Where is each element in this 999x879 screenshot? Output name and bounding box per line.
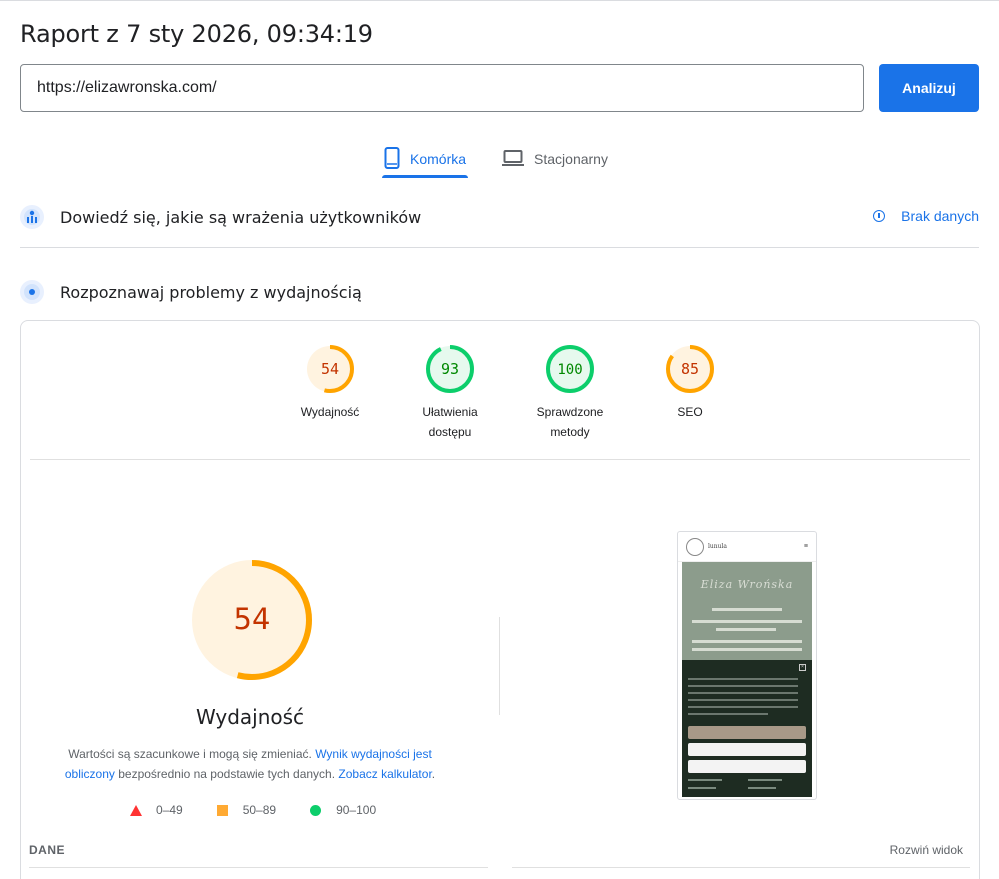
thumbnail-link [688,779,722,781]
performance-description: Wartości są szacunkowe i mogą się zmieni… [60,744,440,784]
modal-text-line [688,685,798,687]
big-score-value: 54 [234,602,271,636]
analyze-button[interactable]: Analizuj [879,64,979,112]
report-title: Raport z 7 sty 2026, 09:34:19 [20,20,373,48]
score-value: 54 [321,360,339,378]
legend-range: 50–89 [242,803,277,817]
score-gauge-seo[interactable]: 85 SEO [630,344,750,442]
hamburger-icon: ≡ [803,543,808,550]
thumbnail-header: lunula ≡ [678,532,816,562]
thumbnail-link [688,787,716,789]
score-gauge-performance[interactable]: 54 Wydajność [270,344,390,442]
thumbnail-link [748,787,776,789]
circle-icon [310,804,322,816]
score-value: 100 [557,362,582,378]
vertical-divider [499,617,500,715]
score-legend: 0–49 50–89 90–100 [130,803,410,817]
score-gauge-best-practices[interactable]: 100 Sprawdzone metody [510,344,630,442]
page-screenshot-thumbnail: lunula ≡ Eliza Wrońska × [677,531,817,800]
top-border [0,0,999,1]
info-icon [873,210,886,222]
calculator-link[interactable]: Zobacz kalkulator [338,767,431,781]
score-value: 93 [441,360,459,378]
score-label: Ułatwienia dostępu [422,405,478,439]
square-icon [216,804,228,816]
thumbnail-preferences-button [688,760,806,773]
url-input[interactable] [20,64,864,112]
laptop-icon [502,149,525,170]
thumbnail-text-line [692,620,802,623]
score-label: SEO [677,405,703,419]
score-gauges: 54 Wydajność 93 Ułatwienia dostępu 100 S… [270,344,750,442]
lab-data-title: Rozpoznawaj problemy z wydajnością [60,282,362,302]
lab-data-section: Rozpoznawaj problemy z wydajnością [20,280,979,304]
legend-average: 50–89 [216,803,277,817]
gauges-divider [30,459,970,460]
tab-mobile-label: Komórka [410,151,467,167]
device-tabs: Komórka Stacjonarny [382,140,642,180]
legend-range: 90–100 [336,803,377,817]
score-label: Wydajność [300,405,360,419]
thumbnail-brand: lunula [708,543,728,550]
gauge-ring: 54 [306,345,354,393]
metrics-divider [29,867,488,868]
score-label: Sprawdzone metody [536,405,604,439]
thumbnail-logo [686,537,704,556]
thumbnail-text-line [716,628,776,631]
thumbnail-text-line [712,608,782,611]
smartphone-icon [384,146,400,172]
performance-title: Wydajność [195,705,305,729]
no-data-link[interactable]: Brak danych [873,208,979,224]
performance-big-gauge: 54 [190,558,314,687]
thumbnail-text-line [692,648,802,651]
thumbnail-reject-button [688,743,806,756]
tab-desktop-label: Stacjonarny [534,151,608,167]
expand-view-button[interactable]: Rozwiń widok [890,843,963,857]
thumbnail-hero [682,562,812,662]
desc-text: bezpośrednio na podstawie tych danych. [118,767,336,781]
triangle-icon [130,804,142,816]
desc-text: Wartości są szacunkowe i mogą się zmieni… [68,747,312,761]
legend-range: 0–49 [156,803,183,817]
modal-text-line [688,678,798,680]
tab-mobile[interactable]: Komórka [382,140,469,178]
modal-text-line [688,713,768,715]
thumbnail-cookie-modal: × [682,660,812,797]
gauge-ring: 93 [426,345,474,393]
score-gauge-accessibility[interactable]: 93 Ułatwienia dostępu [390,344,510,442]
close-icon: × [799,664,806,671]
thumbnail-text-line [692,640,802,643]
metrics-header: DANE [29,843,66,857]
legend-pass: 90–100 [310,803,376,817]
score-value: 85 [681,360,699,378]
modal-text-line [688,692,798,694]
thumbnail-hero-script: Eliza Wrońska [700,578,794,591]
thumbnail-accept-button [688,726,806,739]
thumbnail-link [748,779,782,781]
gauge-ring: 85 [666,345,714,393]
field-data-title: Dowiedź się, jakie są wrażenia użytkowni… [60,207,422,227]
metrics-divider [512,867,970,868]
legend-fail: 0–49 [130,803,183,817]
no-data-label: Brak danych [901,208,979,224]
section-divider [20,247,979,248]
desc-text: . [431,767,436,781]
tab-desktop[interactable]: Stacjonarny [500,140,610,178]
modal-text-line [688,699,798,701]
gauge-ring: 100 [546,345,594,393]
diagnose-icon [20,280,44,304]
field-data-section: Dowiedź się, jakie są wrażenia użytkowni… [20,205,979,229]
modal-text-line [688,706,798,708]
field-data-icon [20,205,44,229]
